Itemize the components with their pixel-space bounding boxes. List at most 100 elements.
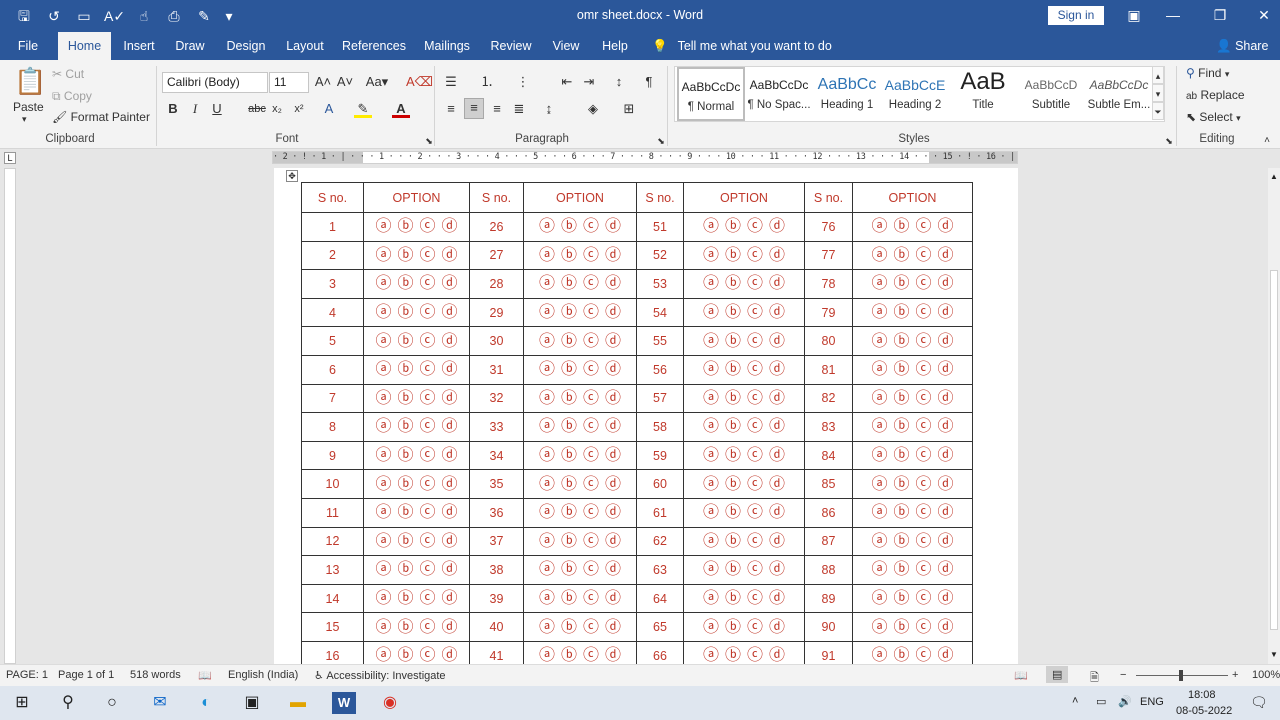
option-bubble[interactable]: ⓒ <box>419 648 436 664</box>
option-bubble[interactable]: ⓑ <box>725 390 742 406</box>
option-bubble[interactable]: ⓒ <box>583 476 600 492</box>
file-explorer-icon[interactable]: ▬ <box>286 692 310 714</box>
option-bubble[interactable]: ⓒ <box>747 390 764 406</box>
option-bubble[interactable]: ⓐ <box>703 648 720 664</box>
option-bubble[interactable]: ⓐ <box>703 476 720 492</box>
option-bubble[interactable]: ⓓ <box>441 419 458 435</box>
option-bubble[interactable]: ⓐ <box>539 448 556 464</box>
option-bubble[interactable]: ⓐ <box>375 448 392 464</box>
styles-scroll-down-icon[interactable]: ▾ <box>1152 84 1164 102</box>
option-bubble[interactable]: ⓓ <box>937 276 954 292</box>
grow-font-icon[interactable]: A˄ <box>314 73 332 91</box>
option-bubble[interactable]: ⓒ <box>419 591 436 607</box>
option-bubble[interactable]: ⓒ <box>915 390 932 406</box>
option-bubble[interactable]: ⓑ <box>893 305 910 321</box>
option-bubble[interactable]: ⓐ <box>703 390 720 406</box>
tell-me-search[interactable]: 💡 Tell me what you want to do <box>652 32 832 60</box>
italic-icon[interactable]: I <box>186 100 204 118</box>
maximize-icon[interactable]: ❐ <box>1210 5 1230 25</box>
option-bubble[interactable]: ⓑ <box>893 619 910 635</box>
option-bubble[interactable]: ⓐ <box>375 247 392 263</box>
option-bubble[interactable]: ⓓ <box>441 362 458 378</box>
option-bubble[interactable]: ⓒ <box>583 533 600 549</box>
option-bubble[interactable]: ⓓ <box>937 390 954 406</box>
option-bubble[interactable]: ⓓ <box>937 648 954 664</box>
share-button[interactable]: 👤 Share <box>1216 32 1268 60</box>
option-bubble[interactable]: ⓐ <box>539 390 556 406</box>
option-bubble[interactable]: ⓒ <box>419 276 436 292</box>
option-bubble[interactable]: ⓓ <box>605 333 622 349</box>
option-bubble[interactable]: ⓓ <box>937 562 954 578</box>
edge-icon[interactable]: ◐ <box>194 692 218 714</box>
option-bubble[interactable]: ⓑ <box>397 476 414 492</box>
option-bubble[interactable]: ⓐ <box>703 419 720 435</box>
option-bubble[interactable]: ⓐ <box>871 648 888 664</box>
read-mode-icon[interactable]: 📖 <box>1014 669 1028 682</box>
increase-indent-icon[interactable]: ⇥ <box>580 73 598 91</box>
page-count[interactable]: Page 1 of 1 <box>58 669 114 681</box>
option-bubble[interactable]: ⓓ <box>441 505 458 521</box>
option-bubble[interactable]: ⓑ <box>893 276 910 292</box>
option-bubble[interactable]: ⓒ <box>747 419 764 435</box>
option-bubble[interactable]: ⓐ <box>539 476 556 492</box>
option-bubble[interactable]: ⓐ <box>871 591 888 607</box>
option-bubble[interactable]: ⓐ <box>539 562 556 578</box>
option-bubble[interactable]: ⓓ <box>605 448 622 464</box>
option-bubble[interactable]: ⓒ <box>583 390 600 406</box>
option-bubble[interactable]: ⓓ <box>605 305 622 321</box>
option-bubble[interactable]: ⓒ <box>915 648 932 664</box>
option-bubble[interactable]: ⓑ <box>725 648 742 664</box>
style-normal[interactable]: AaBbCcDc ¶ Normal <box>677 67 745 121</box>
option-bubble[interactable]: ⓒ <box>915 619 932 635</box>
document-page[interactable]: ✥ S no. OPTION S no. OPTION S no. OPTION S no.… <box>274 168 1018 671</box>
option-bubble[interactable]: ⓒ <box>419 333 436 349</box>
option-bubble[interactable]: ⓒ <box>915 476 932 492</box>
option-bubble[interactable]: ⓐ <box>871 419 888 435</box>
option-bubble[interactable]: ⓓ <box>769 648 786 664</box>
option-bubble[interactable]: ⓐ <box>871 390 888 406</box>
option-bubble[interactable]: ⓓ <box>441 247 458 263</box>
underline-icon[interactable]: U <box>208 100 226 118</box>
option-bubble[interactable]: ⓒ <box>915 562 932 578</box>
option-bubble[interactable]: ⓑ <box>397 362 414 378</box>
option-bubble[interactable]: ⓒ <box>583 333 600 349</box>
option-bubble[interactable]: ⓑ <box>893 219 910 235</box>
option-bubble[interactable]: ⓓ <box>937 333 954 349</box>
option-bubble[interactable]: ⓓ <box>605 276 622 292</box>
option-bubble[interactable]: ⓓ <box>769 276 786 292</box>
option-bubble[interactable]: ⓒ <box>747 333 764 349</box>
option-bubble[interactable]: ⓐ <box>871 448 888 464</box>
option-bubble[interactable]: ⓐ <box>375 362 392 378</box>
option-bubble[interactable]: ⓒ <box>915 591 932 607</box>
option-bubble[interactable]: ⓒ <box>419 247 436 263</box>
option-bubble[interactable]: ⓑ <box>561 276 578 292</box>
option-bubble[interactable]: ⓓ <box>769 448 786 464</box>
tab-review[interactable]: Review <box>488 32 534 60</box>
option-bubble[interactable]: ⓑ <box>725 247 742 263</box>
option-bubble[interactable]: ⓓ <box>937 591 954 607</box>
option-bubble[interactable]: ⓓ <box>769 247 786 263</box>
print-layout-icon[interactable]: ▤ <box>1046 666 1069 683</box>
option-bubble[interactable]: ⓑ <box>397 533 414 549</box>
table-move-handle-icon[interactable]: ✥ <box>286 170 298 182</box>
option-bubble[interactable]: ⓓ <box>441 448 458 464</box>
option-bubble[interactable]: ⓑ <box>893 505 910 521</box>
shading-icon[interactable]: ◈ <box>584 100 602 118</box>
option-bubble[interactable]: ⓐ <box>703 562 720 578</box>
replace-button[interactable]: ab Replace <box>1186 88 1245 102</box>
style-heading-2[interactable]: AaBbCcE Heading 2 <box>881 67 949 121</box>
volume-icon[interactable]: 🔊 <box>1118 695 1132 708</box>
zoom-level[interactable]: 100% <box>1252 669 1280 681</box>
option-bubble[interactable]: ⓒ <box>747 247 764 263</box>
numbering-icon[interactable]: ⒈ <box>478 73 496 91</box>
tab-mailings[interactable]: Mailings <box>420 32 474 60</box>
option-bubble[interactable]: ⓒ <box>583 419 600 435</box>
option-bubble[interactable]: ⓐ <box>375 533 392 549</box>
option-bubble[interactable]: ⓑ <box>397 505 414 521</box>
option-bubble[interactable]: ⓓ <box>769 533 786 549</box>
option-bubble[interactable]: ⓐ <box>539 419 556 435</box>
option-bubble[interactable]: ⓑ <box>725 505 742 521</box>
align-center-icon[interactable]: ≡ <box>464 98 484 119</box>
option-bubble[interactable]: ⓑ <box>725 562 742 578</box>
option-bubble[interactable]: ⓓ <box>937 505 954 521</box>
